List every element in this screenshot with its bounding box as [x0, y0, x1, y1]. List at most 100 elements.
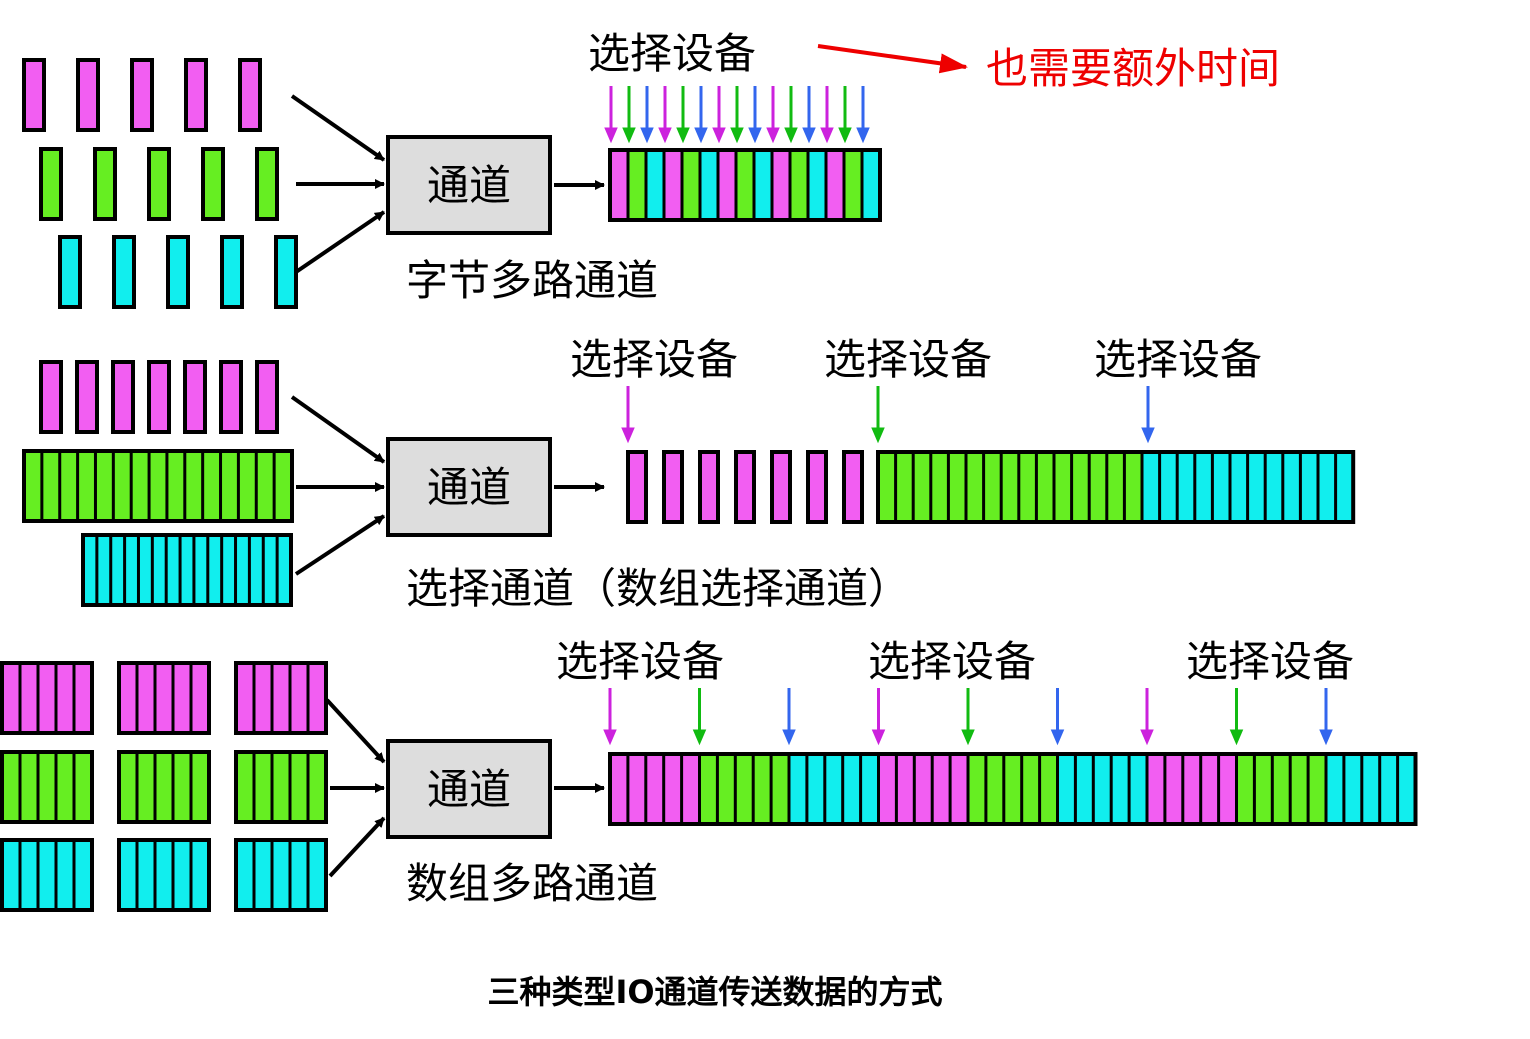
block-sequence-stripe	[1236, 754, 1255, 824]
block-sequence-stripe	[735, 754, 754, 824]
select-arrow-head	[961, 729, 975, 746]
device-byte	[183, 360, 207, 434]
extra-time-note: 也需要额外时间	[986, 44, 1280, 93]
selector-sequence-stripe	[1318, 452, 1336, 522]
selector-sequence-stripe	[1054, 452, 1072, 522]
block-sequence-stripe	[645, 754, 664, 824]
block-sequence-stripe	[1254, 754, 1273, 824]
selector-sequence-stripe	[1036, 452, 1054, 522]
select-arrow-head	[604, 127, 618, 144]
select-arrow-head	[1229, 729, 1244, 746]
byte-sequence-stripe	[718, 150, 736, 220]
selected-byte	[662, 450, 684, 524]
block-sequence-stripe	[610, 754, 628, 824]
block-sequence-stripe	[1039, 754, 1058, 824]
block-sequence-stripe	[842, 754, 861, 824]
block-sequence-stripe	[627, 754, 646, 824]
selector-sequence-stripe	[1159, 452, 1178, 522]
select-arrow-head	[838, 127, 852, 144]
select-arrow-head	[621, 427, 635, 444]
block-sequence-stripe	[1021, 754, 1040, 824]
selector-sequence-stripe	[1071, 452, 1090, 522]
byte-sequence-stripe	[862, 150, 880, 220]
selector-sequence-stripe	[1177, 452, 1195, 522]
select-arrow-head	[820, 127, 834, 144]
byte-sequence-stripe	[682, 150, 700, 220]
selector-sequence-stripe	[1230, 452, 1248, 522]
device-byte	[76, 58, 100, 132]
block-sequence-stripe	[1272, 754, 1291, 824]
device-byte	[130, 58, 154, 132]
select-arrow-head	[856, 127, 870, 144]
select-arrow-head	[748, 127, 762, 144]
block-sequence-stripe	[789, 754, 807, 824]
device-byte	[147, 147, 171, 221]
byte-sequence-stripe	[700, 150, 718, 220]
select-arrow-head	[712, 127, 726, 144]
block-sequence-stripe	[950, 754, 968, 824]
select-device-label: 选择设备	[824, 335, 992, 384]
block-multiplex-title: 数组多路通道	[406, 859, 658, 908]
selector-channel-title: 选择通道（数组选择通道）	[406, 564, 910, 613]
select-arrow-head	[871, 729, 886, 746]
selector-sequence-stripe	[1282, 452, 1301, 522]
byte-sequence-stripe	[808, 150, 826, 220]
byte-sequence-stripe	[628, 150, 646, 220]
select-arrow-head	[766, 127, 780, 144]
device-block	[234, 838, 328, 912]
block-sequence-stripe	[1093, 754, 1112, 824]
device-byte	[39, 147, 63, 221]
selector-sequence-stripe	[948, 452, 966, 522]
block-sequence-stripe	[663, 754, 682, 824]
selected-byte	[806, 450, 828, 524]
selected-byte	[626, 450, 648, 524]
block-sequence-stripe	[1290, 754, 1309, 824]
device-byte	[58, 235, 82, 309]
io-channel-diagram: 选择设备 也需要额外时间 通道 字节多路通道 选择设备 选择设备 选择设备 通道…	[0, 0, 1530, 1034]
device-byte	[112, 235, 136, 309]
select-arrow-head	[1140, 729, 1154, 746]
input-arrow	[325, 698, 386, 764]
block-sequence-stripe	[1182, 754, 1201, 824]
block-sequence-stripe	[1147, 754, 1165, 824]
byte-sequence-stripe	[736, 150, 754, 220]
device-byte	[75, 360, 99, 434]
selector-sequence-stripe	[1089, 452, 1107, 522]
select-arrow-head	[1050, 729, 1065, 746]
byte-sequence-stripe	[844, 150, 862, 220]
selector-sequence-stripe	[983, 452, 1002, 522]
select-arrow-head	[603, 729, 617, 746]
device-block	[0, 750, 94, 824]
block-sequence-stripe	[1129, 754, 1147, 824]
block-sequence-stripe	[806, 754, 825, 824]
selector-sequence-stripe	[1265, 452, 1283, 522]
device-byte	[147, 360, 171, 434]
byte-sequence-stripe	[826, 150, 844, 220]
selector-sequence-stripe	[1142, 452, 1160, 522]
select-device-label: 选择设备	[1094, 335, 1262, 384]
block-sequence-stripe	[878, 754, 897, 824]
device-byte	[274, 235, 298, 309]
select-device-label: 选择设备	[570, 335, 738, 384]
block-sequence-stripe	[1308, 754, 1326, 824]
figure-caption: 三种类型IO通道传送数据的方式	[487, 973, 942, 1011]
selector-sequence-stripe	[1247, 452, 1266, 522]
select-device-label: 选择设备	[588, 29, 756, 78]
input-arrow	[328, 816, 386, 878]
selector-sequence-stripe	[966, 452, 984, 522]
select-arrow-head	[622, 127, 636, 144]
select-device-label: 选择设备	[556, 637, 724, 686]
device-byte	[238, 58, 262, 132]
select-arrow-head	[802, 127, 816, 144]
block-sequence-stripe	[1111, 754, 1130, 824]
selector-sequence-stripe	[1106, 452, 1125, 522]
block-sequence-stripe	[914, 754, 933, 824]
select-arrow-head	[692, 729, 707, 746]
block-sequence-stripe	[1075, 754, 1094, 824]
device-byte	[220, 235, 244, 309]
select-arrow-head	[694, 127, 708, 144]
device-block	[0, 838, 94, 912]
selector-sequence-stripe	[1001, 452, 1019, 522]
block-sequence-stripe	[968, 754, 986, 824]
device-byte	[111, 360, 135, 434]
